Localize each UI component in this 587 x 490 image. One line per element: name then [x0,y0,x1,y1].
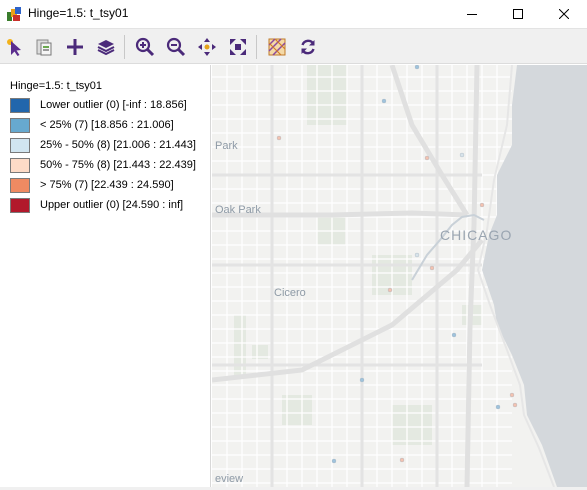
zoom-out-button[interactable] [163,34,189,60]
geoda-app-icon [7,7,21,21]
legend-panel: Hinge=1.5: t_tsy01 Lower outlier (0) [-i… [0,65,211,487]
basemap-icon [268,38,286,56]
legend-item-label: Upper outlier (0) [24.590 : inf] [40,199,184,211]
map-point[interactable] [424,155,430,161]
close-button[interactable] [541,0,587,28]
map-point[interactable] [331,458,337,464]
arrow-cursor-icon [7,39,21,56]
map-point[interactable] [387,287,393,293]
map-point[interactable] [399,457,405,463]
add-layer-button[interactable] [62,34,88,60]
full-extent-icon [230,39,246,55]
zoom-in-button[interactable] [132,34,158,60]
layers-stack-icon [97,40,115,56]
toolbar [0,28,587,64]
window-title: Hinge=1.5: t_tsy01 [28,6,129,20]
pan-arrows-icon [198,38,216,56]
select-tool-button[interactable] [2,34,28,60]
title-bar: Hinge=1.5: t_tsy01 [0,0,587,28]
legend-title: Hinge=1.5: t_tsy01 [10,80,103,92]
map-label-partial: eview [215,473,244,485]
legend-item-label: 25% - 50% (8) [21.006 : 21.443] [40,139,196,151]
legend-item-label: < 25% (7) [18.856 : 21.006] [40,119,174,131]
map-point[interactable] [381,98,387,104]
basemap-button[interactable] [264,34,290,60]
layers-button[interactable] [93,34,119,60]
map-point[interactable] [479,202,485,208]
legend-item[interactable]: Upper outlier (0) [24.590 : inf] [10,197,183,213]
zoom-in-icon [135,37,155,57]
map-canvas[interactable]: Park Oak Park CHICAGO Cicero eview [212,65,587,487]
clipboard-icon [36,39,52,56]
map-label-oak-park: Oak Park [215,204,261,216]
toolbar-separator [256,35,257,59]
map-point[interactable] [276,135,282,141]
legend-swatch[interactable] [10,117,30,133]
legend-item-label: Lower outlier (0) [-inf : 18.856] [40,99,187,111]
map-point[interactable] [509,392,515,398]
maximize-icon [513,9,523,19]
map-point[interactable] [359,377,365,383]
zoom-out-icon [166,37,186,57]
map-label-chicago: CHICAGO [440,227,513,243]
full-extent-button[interactable] [225,34,251,60]
map-point[interactable] [495,404,501,410]
copy-map-button[interactable] [31,34,57,60]
plus-icon [67,39,83,55]
legend-item[interactable]: > 75% (7) [22.439 : 24.590] [10,177,174,193]
pan-button[interactable] [194,34,220,60]
map-point[interactable] [512,402,518,408]
minimize-button[interactable] [449,0,495,28]
maximize-button[interactable] [495,0,541,28]
legend-item[interactable]: < 25% (7) [18.856 : 21.006] [10,117,174,133]
minimize-icon [467,14,477,15]
legend-swatch[interactable] [10,97,30,113]
map-label-park: Park [215,140,238,152]
legend-item[interactable]: Lower outlier (0) [-inf : 18.856] [10,97,187,113]
map-point[interactable] [429,265,435,271]
map-point[interactable] [414,252,420,258]
toolbar-separator [124,35,125,59]
close-icon [559,9,569,19]
legend-swatch[interactable] [10,197,30,213]
map-label-cicero: Cicero [274,287,306,299]
legend-item-label: 50% - 75% (8) [21.443 : 22.439] [40,159,196,171]
refresh-button[interactable] [295,34,321,60]
legend-swatch[interactable] [10,177,30,193]
legend-swatch[interactable] [10,137,30,153]
refresh-icon [301,39,315,55]
legend-item[interactable]: 25% - 50% (8) [21.006 : 21.443] [10,137,196,153]
legend-item-label: > 75% (7) [22.439 : 24.590] [40,179,174,191]
legend-swatch[interactable] [10,157,30,173]
map-point[interactable] [414,65,420,70]
legend-item[interactable]: 50% - 75% (8) [21.443 : 22.439] [10,157,196,173]
map-point[interactable] [459,152,465,158]
map-point[interactable] [451,332,457,338]
basemap [212,65,587,487]
